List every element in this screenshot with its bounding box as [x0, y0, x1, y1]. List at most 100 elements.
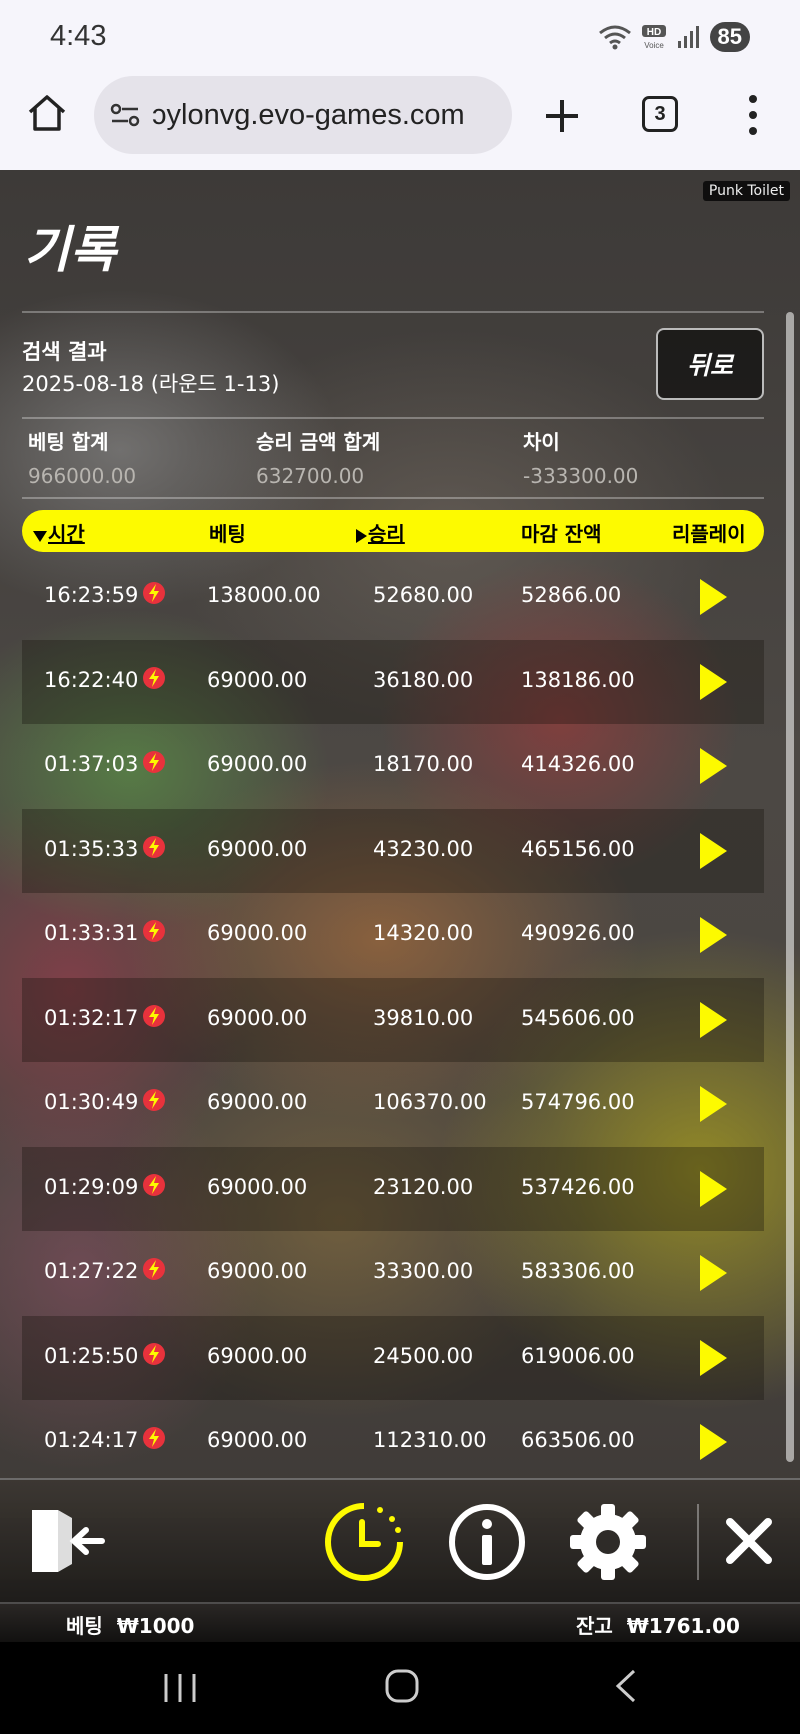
sort-down-icon [33, 530, 47, 542]
win-total-label: 승리 금액 합계 [256, 430, 381, 454]
replay-play-icon[interactable] [698, 1338, 728, 1378]
divider [22, 417, 764, 419]
replay-play-icon[interactable] [698, 577, 728, 617]
row-time: 01:37:03 [44, 752, 139, 776]
close-icon[interactable] [724, 1516, 774, 1566]
column-time[interactable]: 시간 [32, 518, 85, 547]
row-bet: 69000.00 [207, 836, 308, 861]
row-time: 01:29:09 [44, 1174, 139, 1199]
table-row: 01:33:31 69000.00 14320.00 490926.00 [22, 893, 764, 978]
row-time: 01:25:50 [44, 1343, 139, 1368]
row-bet: 69000.00 [207, 667, 308, 692]
row-time: 16:22:40 [44, 667, 139, 692]
address-bar[interactable]: ɔylonvg.evo-games.com [94, 76, 512, 154]
search-result-label: 검색 결과 [22, 340, 107, 364]
row-win: 112310.00 [373, 1428, 487, 1452]
battery-indicator: 85 [709, 22, 750, 52]
row-bet: 69000.00 [207, 1428, 308, 1452]
status-icons: HD Voice 85 [598, 22, 750, 52]
balance-info: 잔고 ₩1761.00 [576, 1610, 740, 1639]
row-balance: 583306.00 [521, 1259, 635, 1283]
recent-apps-icon[interactable] [160, 1672, 200, 1704]
svg-text:Voice: Voice [644, 41, 664, 50]
column-balance[interactable]: 마감 잔액 [521, 518, 602, 547]
row-time: 01:33:31 [44, 921, 139, 945]
tab-switcher-button[interactable]: 3 [642, 96, 678, 132]
row-bet: 69000.00 [207, 921, 308, 945]
history-clock-icon[interactable] [324, 1502, 404, 1582]
replay-play-icon[interactable] [698, 1084, 728, 1124]
row-balance: 490926.00 [521, 921, 635, 945]
wifi-icon [598, 25, 631, 50]
replay-play-icon[interactable] [698, 831, 728, 871]
lightning-icon [143, 1004, 165, 1027]
balance-label: 잔고 [576, 1614, 613, 1638]
info-icon[interactable] [447, 1502, 527, 1582]
row-bet: 138000.00 [207, 583, 321, 607]
difference-label: 차이 [523, 430, 560, 454]
game-tag: Punk Toilet [702, 181, 790, 201]
back-nav-icon[interactable] [612, 1668, 638, 1704]
replay-play-icon[interactable] [698, 1000, 728, 1040]
row-win: 33300.00 [373, 1259, 474, 1283]
more-menu-icon[interactable] [738, 92, 768, 138]
row-bet: 69000.00 [207, 1005, 308, 1030]
divider [22, 497, 764, 499]
table-row: 16:22:40 69000.00 36180.00 138186.00 [22, 639, 764, 724]
row-balance: 138186.00 [521, 667, 635, 692]
hd-voice-icon: HD Voice [641, 25, 666, 50]
history-table-body: 16:23:59 138000.00 52680.00 52866.00 16:22:4… [22, 555, 764, 1485]
row-bet: 69000.00 [207, 1343, 308, 1368]
lightning-icon [143, 1258, 165, 1280]
balance-value: ₩1761.00 [626, 1614, 740, 1638]
row-win: 18170.00 [373, 752, 474, 776]
column-bet[interactable]: 베팅 [209, 518, 246, 547]
table-row: 01:32:17 69000.00 39810.00 545606.00 [22, 977, 764, 1062]
scrollbar[interactable] [786, 312, 794, 1462]
table-row: 01:25:50 69000.00 24500.00 619006.00 [22, 1315, 764, 1400]
page-title: 기록 [24, 221, 116, 279]
lightning-icon [143, 751, 165, 773]
difference-value: -333300.00 [523, 464, 639, 488]
status-time: 4:43 [50, 20, 107, 52]
url-text: ɔylonvg.evo-games.com [152, 98, 465, 131]
bet-total-label: 베팅 합계 [28, 430, 109, 454]
replay-play-icon[interactable] [698, 915, 728, 955]
row-time: 01:35:33 [44, 836, 139, 861]
table-row: 01:29:09 69000.00 23120.00 537426.00 [22, 1146, 764, 1231]
row-balance: 537426.00 [521, 1174, 635, 1199]
row-balance: 619006.00 [521, 1343, 635, 1368]
row-bet: 69000.00 [207, 1090, 308, 1114]
table-row: 01:30:49 69000.00 106370.00 574796.00 [22, 1062, 764, 1147]
bet-balance-bar: 베팅 ₩1000 잔고 ₩1761.00 [0, 1602, 800, 1642]
back-button[interactable]: 뒤로 [656, 328, 764, 400]
row-time: 01:30:49 [44, 1090, 139, 1114]
site-settings-icon[interactable] [108, 98, 142, 132]
replay-play-icon[interactable] [698, 662, 728, 702]
lightning-icon [143, 1342, 165, 1365]
bet-total-value: 966000.00 [28, 464, 137, 488]
exit-icon[interactable] [28, 1506, 106, 1576]
column-replay: 리플레이 [672, 522, 746, 546]
home-icon[interactable] [26, 92, 68, 134]
signal-icon [677, 26, 699, 48]
row-win: 39810.00 [373, 1005, 474, 1030]
table-row: 01:24:17 69000.00 112310.00 663506.00 [22, 1400, 764, 1485]
row-bet: 69000.00 [207, 1259, 308, 1283]
replay-play-icon[interactable] [698, 746, 728, 786]
gear-icon[interactable] [568, 1502, 648, 1582]
lightning-icon [143, 582, 165, 604]
bet-info: 베팅 ₩1000 [66, 1610, 194, 1639]
column-win[interactable]: 승리 [354, 518, 405, 547]
row-balance: 663506.00 [521, 1428, 635, 1452]
replay-play-icon[interactable] [698, 1253, 728, 1293]
row-balance: 465156.00 [521, 836, 635, 861]
new-tab-icon[interactable] [540, 94, 584, 138]
lightning-icon [143, 666, 165, 689]
home-nav-icon[interactable] [384, 1668, 420, 1704]
replay-play-icon[interactable] [698, 1169, 728, 1209]
status-bar: 4:43 HD Voice 85 [0, 0, 800, 76]
replay-play-icon[interactable] [698, 1422, 728, 1462]
row-win: 14320.00 [373, 921, 474, 945]
system-nav-bar [0, 1642, 800, 1734]
